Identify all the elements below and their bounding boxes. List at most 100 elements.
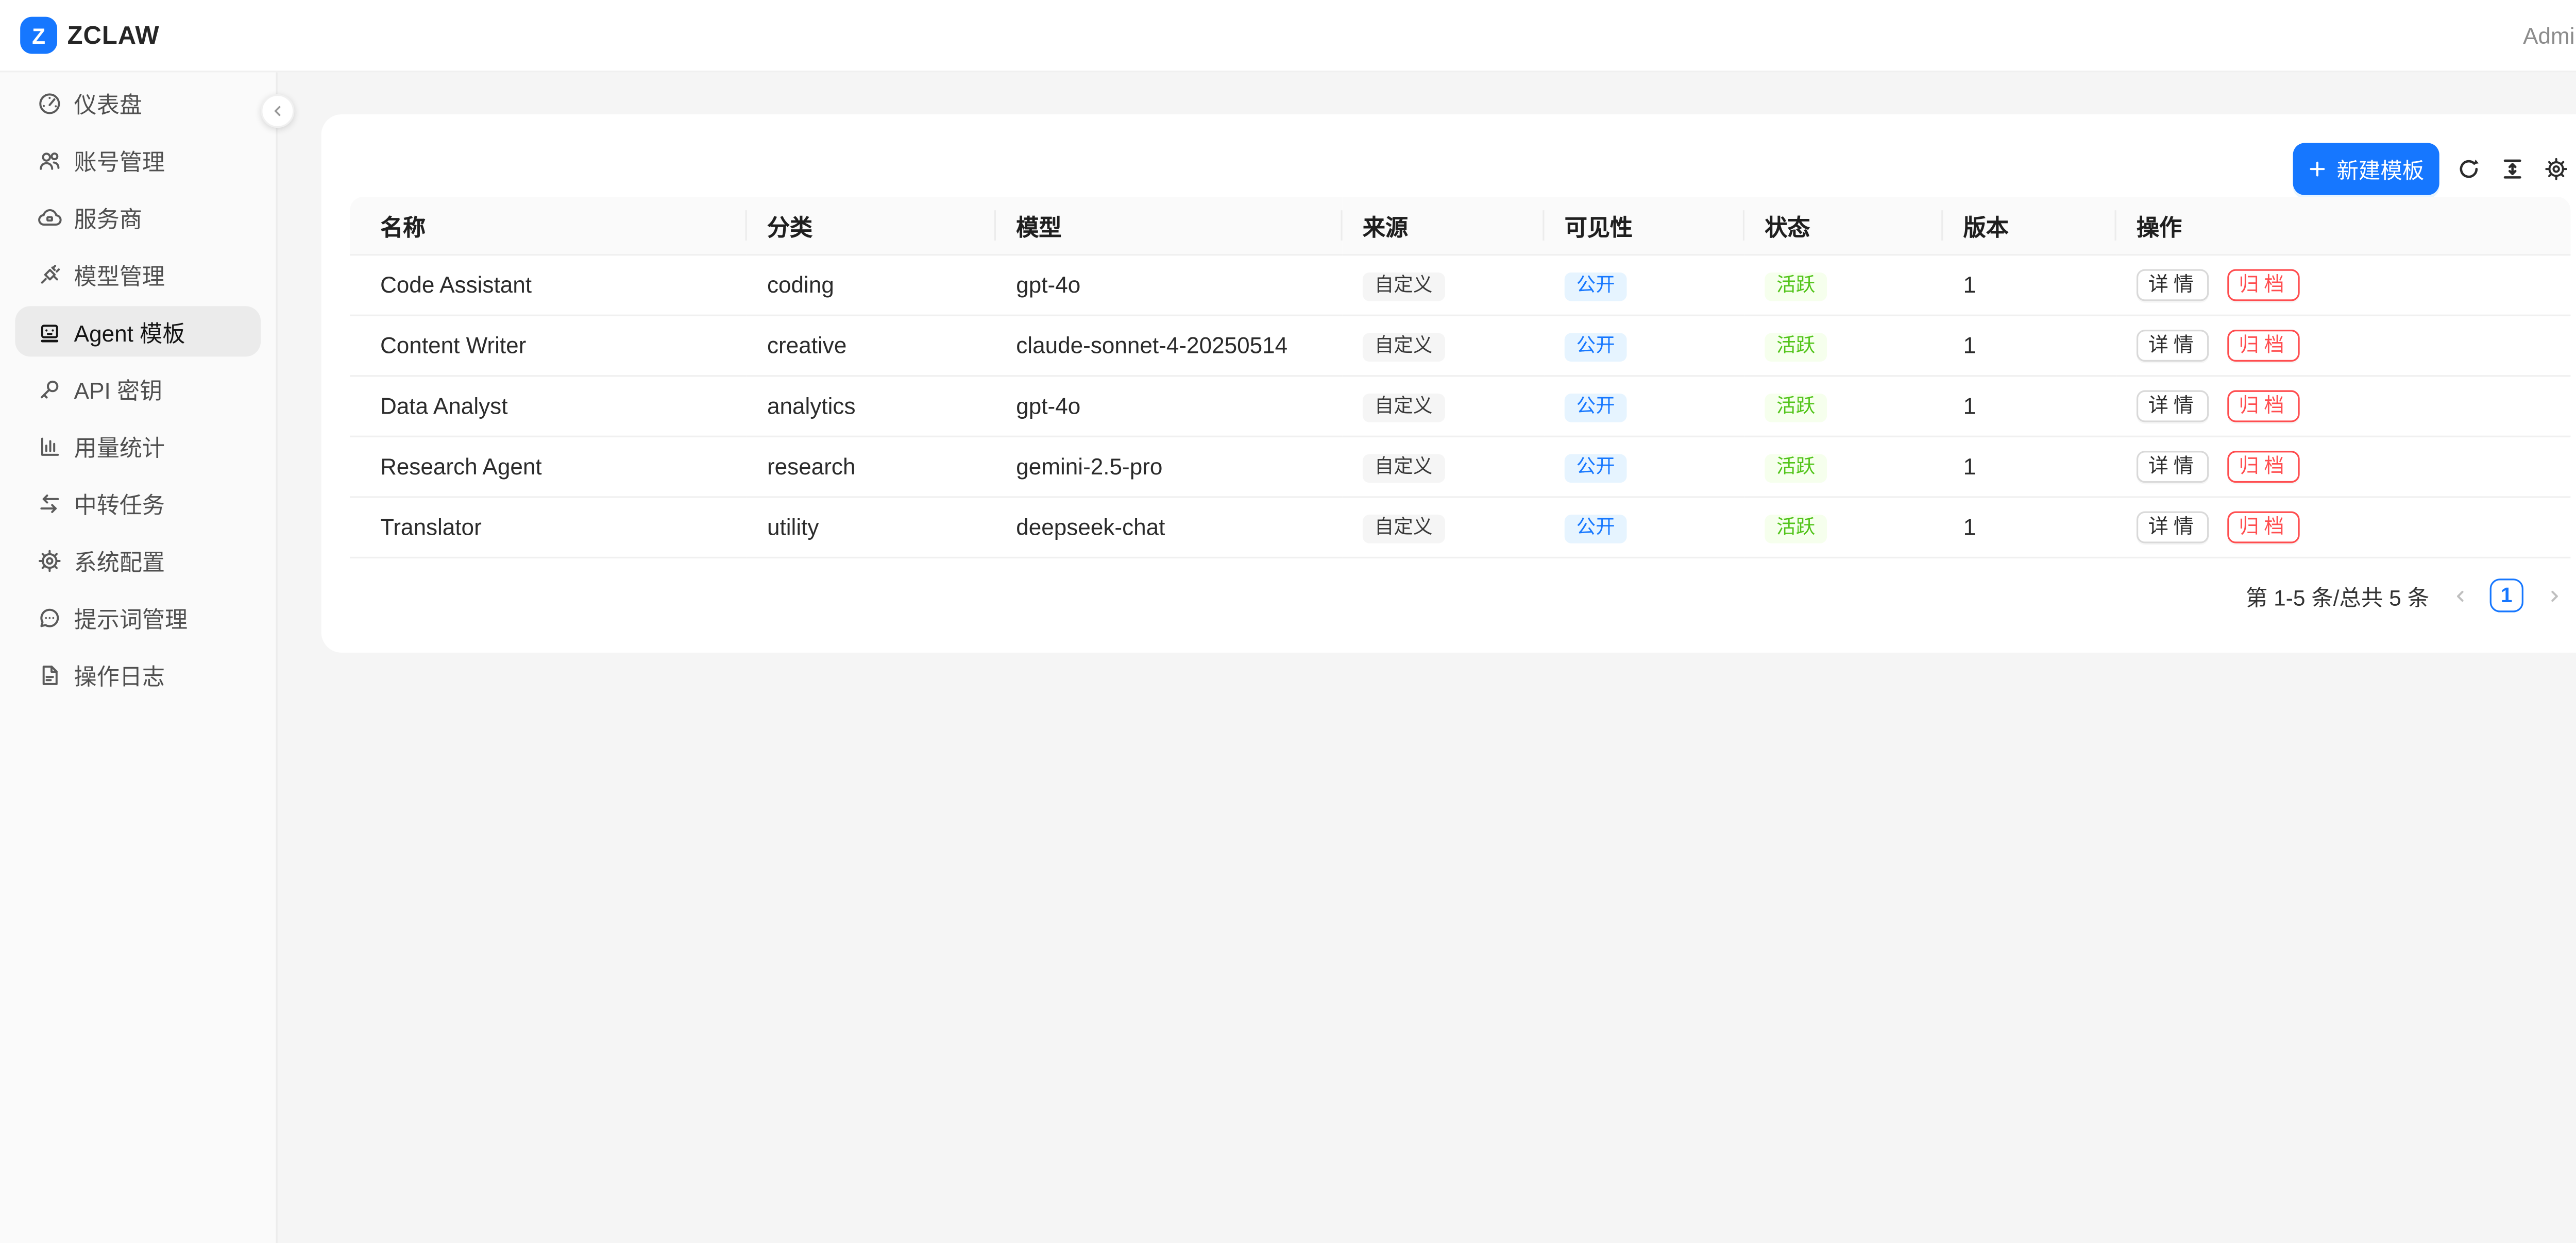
cloud-icon: [37, 205, 62, 230]
column-settings-button[interactable]: [2542, 154, 2571, 183]
cell-status: 活跃: [1744, 436, 1943, 497]
cell-source: 自定义: [1343, 376, 1545, 437]
chevron-left-icon: [269, 103, 286, 120]
cell-name: Content Writer: [350, 315, 747, 376]
archive-button[interactable]: 归档: [2227, 330, 2299, 362]
cell-name: Translator: [350, 497, 747, 558]
plug-icon: [37, 262, 62, 287]
status-tag: 活跃: [1765, 453, 1827, 482]
sidebar-item-prompts[interactable]: 提示词管理: [15, 592, 261, 642]
cell-visibility: 公开: [1545, 315, 1745, 376]
new-template-button[interactable]: 新建模板: [2293, 142, 2439, 194]
visibility-tag: 公开: [1565, 514, 1627, 543]
cell-model: claude-sonnet-4-20250514: [996, 315, 1343, 376]
cell-actions: 详情 归档: [2116, 436, 2571, 497]
brand-name: ZCLAW: [67, 21, 160, 50]
cell-version: 1: [1943, 315, 2116, 376]
archive-button[interactable]: 归档: [2227, 390, 2299, 422]
brand: Z ZCLAW: [20, 17, 159, 54]
pagination-next-button[interactable]: [2537, 578, 2570, 612]
detail-button[interactable]: 详情: [2137, 512, 2209, 543]
archive-button[interactable]: 归档: [2227, 512, 2299, 543]
visibility-tag: 公开: [1565, 393, 1627, 421]
main-content: 新建模板 名称分类模型来源可见性状态版本操作: [279, 72, 2576, 1243]
pagination-prev-button[interactable]: [2443, 578, 2476, 612]
bar-chart-icon: [37, 433, 62, 458]
cell-name: Code Assistant: [350, 255, 747, 316]
sidebar-item-models[interactable]: 模型管理: [15, 249, 261, 299]
status-tag: 活跃: [1765, 271, 1827, 300]
sidebar-item-dashboard[interactable]: 仪表盘: [15, 77, 261, 128]
plus-icon: [2308, 159, 2327, 178]
detail-button[interactable]: 详情: [2137, 390, 2209, 422]
gear-icon: [37, 548, 62, 573]
detail-button[interactable]: 详情: [2137, 330, 2209, 362]
cell-actions: 详情 归档: [2116, 376, 2571, 437]
status-tag: 活跃: [1765, 332, 1827, 361]
refresh-button[interactable]: [2454, 154, 2483, 183]
cell-actions: 详情 归档: [2116, 315, 2571, 376]
sidebar-item-providers[interactable]: 服务商: [15, 192, 261, 242]
column-header-version: 版本: [1943, 196, 2116, 254]
swap-icon: [37, 490, 62, 516]
sidebar-item-label: 服务商: [74, 200, 142, 234]
cell-category: utility: [747, 497, 996, 558]
dashboard-icon: [37, 90, 62, 115]
cell-model: gpt-4o: [996, 255, 1343, 316]
sidebar-item-system-config[interactable]: 系统配置: [15, 535, 261, 585]
column-header-visibility: 可见性: [1545, 196, 1745, 254]
cell-model: gemini-2.5-pro: [996, 436, 1343, 497]
sidebar-item-api-keys[interactable]: API 密钥: [15, 363, 261, 414]
file-icon: [37, 662, 62, 687]
cell-visibility: 公开: [1545, 255, 1745, 316]
templates-table: 名称分类模型来源可见性状态版本操作 Code Assistant coding …: [350, 196, 2570, 558]
cell-source: 自定义: [1343, 436, 1545, 497]
cell-actions: 详情 归档: [2116, 497, 2571, 558]
column-header-source: 来源: [1343, 196, 1545, 254]
sidebar-item-label: 仪表盘: [74, 86, 142, 120]
cell-category: coding: [747, 255, 996, 316]
sidebar-collapse-button[interactable]: [261, 94, 294, 128]
sidebar-item-agent-templates[interactable]: Agent 模板: [15, 306, 261, 356]
cell-name: Research Agent: [350, 436, 747, 497]
chevron-right-icon: [2545, 586, 2563, 605]
table-row: Data Analyst analytics gpt-4o 自定义 公开 活跃 …: [350, 376, 2570, 437]
users-icon: [37, 147, 62, 173]
new-template-label: 新建模板: [2336, 152, 2424, 184]
sidebar-item-label: Agent 模板: [74, 315, 185, 348]
pagination-page-1[interactable]: 1: [2490, 578, 2523, 612]
source-tag: 自定义: [1363, 393, 1444, 421]
sidebar-item-accounts[interactable]: 账号管理: [15, 134, 261, 185]
sidebar-item-relay-tasks[interactable]: 中转任务: [15, 478, 261, 528]
row-density-button[interactable]: [2498, 154, 2527, 183]
source-tag: 自定义: [1363, 453, 1444, 482]
sidebar-item-usage-stats[interactable]: 用量统计: [15, 420, 261, 471]
sidebar-item-label: 模型管理: [74, 258, 165, 291]
cell-version: 1: [1943, 255, 2116, 316]
cell-status: 活跃: [1744, 376, 1943, 437]
sidebar-item-logs[interactable]: 操作日志: [15, 649, 261, 700]
sidebar-item-label: API 密钥: [74, 372, 162, 405]
cell-visibility: 公开: [1545, 436, 1745, 497]
cell-status: 活跃: [1744, 315, 1943, 376]
user-menu[interactable]: Admin: [2523, 23, 2576, 48]
sidebar: 仪表盘 账号管理 服务商 模型管理 Agent 模板 API 密钥 用量统计 中…: [0, 72, 278, 1243]
table-row: Content Writer creative claude-sonnet-4-…: [350, 315, 2570, 376]
pagination-total: 第 1-5 条/总共 5 条: [2246, 580, 2429, 611]
archive-button[interactable]: 归档: [2227, 269, 2299, 301]
top-header: Z ZCLAW Admin: [0, 0, 2576, 72]
table-row: Research Agent research gemini-2.5-pro 自…: [350, 436, 2570, 497]
source-tag: 自定义: [1363, 271, 1444, 300]
cell-category: research: [747, 436, 996, 497]
status-tag: 活跃: [1765, 514, 1827, 543]
brand-logo-icon: Z: [20, 17, 57, 54]
detail-button[interactable]: 详情: [2137, 451, 2209, 483]
archive-button[interactable]: 归档: [2227, 451, 2299, 483]
pagination: 第 1-5 条/总共 5 条 1: [350, 578, 2570, 612]
cell-status: 活跃: [1744, 255, 1943, 316]
detail-button[interactable]: 详情: [2137, 269, 2209, 301]
cell-source: 自定义: [1343, 255, 1545, 316]
cell-category: analytics: [747, 376, 996, 437]
sidebar-item-label: 账号管理: [74, 143, 165, 177]
sidebar-item-label: 中转任务: [74, 486, 165, 520]
